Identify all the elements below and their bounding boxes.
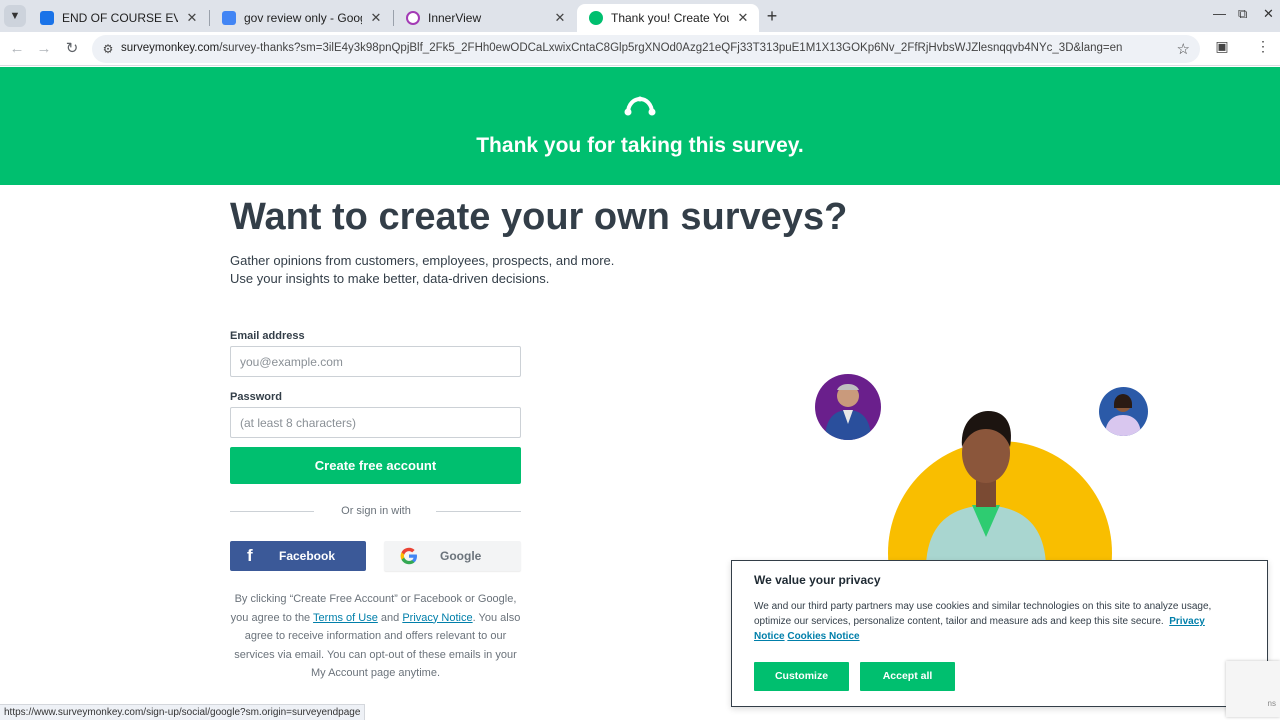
url-text[interactable]: surveymonkey.com/survey-thanks?sm=3ilE4y… (121, 42, 1161, 54)
close-tab-icon[interactable]: ✕ (735, 10, 751, 26)
email-label: Email address (230, 330, 305, 342)
close-tab-icon[interactable]: ✕ (184, 10, 200, 26)
browser-tab[interactable]: END OF COURSE EVAL ✕ (28, 4, 208, 32)
cookie-banner-title: We value your privacy (754, 573, 881, 587)
avatar-man-photo (815, 374, 881, 440)
cookies-notice-link[interactable]: Cookies Notice (787, 631, 859, 642)
tab-search-chevron-down-icon[interactable]: ▼ (4, 5, 26, 27)
password-field[interactable] (230, 407, 521, 438)
innerview-favicon-icon (406, 11, 420, 25)
google-signin-button[interactable]: Google (384, 541, 521, 571)
privacy-notice-link[interactable]: Privacy Notice (402, 612, 472, 624)
restore-window-icon[interactable]: ⧉ (1238, 6, 1247, 22)
browser-tab-active[interactable]: Thank you! Create Your Own Or ✕ (577, 4, 759, 32)
password-label: Password (230, 391, 282, 403)
thank-you-banner: Thank you for taking this survey. (0, 67, 1280, 185)
customize-cookies-button[interactable]: Customize (754, 662, 849, 691)
google-icon (400, 547, 417, 565)
subtitle-line: Use your insights to make better, data-d… (230, 271, 550, 286)
cookie-banner-text: We and our third party partners may use … (754, 601, 1212, 642)
subtitle-line: Gather opinions from customers, employee… (230, 253, 615, 268)
email-field[interactable] (230, 346, 521, 377)
status-bar-url: https://www.surveymonkey.com/sign-up/soc… (0, 704, 366, 720)
close-tab-icon[interactable]: ✕ (552, 10, 568, 26)
browser-tab[interactable]: gov review only - Google Docs ✕ (210, 4, 392, 32)
divider-line (230, 511, 314, 512)
browser-tab[interactable]: InnerView ✕ (394, 4, 576, 32)
forward-arrow-icon[interactable]: → (33, 38, 55, 60)
create-account-button[interactable]: Create free account (230, 447, 521, 484)
reload-icon[interactable]: ↻ (61, 38, 83, 60)
cookie-consent-banner: We value your privacy We and our third p… (731, 560, 1268, 707)
new-tab-plus-icon[interactable]: + (762, 6, 782, 26)
browser-toolbar: ← → ↻ ⚙ surveymonkey.com/survey-thanks?s… (0, 32, 1280, 66)
recaptcha-badge[interactable]: ns (1226, 661, 1280, 717)
terms-of-use-link[interactable]: Terms of Use (313, 612, 378, 624)
tab-strip: ▼ END OF COURSE EVAL ✕ gov review only -… (0, 0, 1280, 32)
avatar-woman-photo (1099, 387, 1148, 436)
extensions-puzzle-icon[interactable]: ▣ (1213, 38, 1231, 56)
bookmark-star-icon[interactable]: ☆ (1177, 40, 1190, 58)
facebook-icon: f (247, 546, 253, 565)
thank-you-title: Thank you for taking this survey. (476, 134, 804, 157)
classroom-favicon-icon (40, 11, 54, 25)
site-settings-tune-icon[interactable]: ⚙ (100, 41, 116, 57)
back-arrow-icon[interactable]: ← (6, 38, 28, 60)
close-window-icon[interactable]: ✕ (1263, 6, 1274, 22)
page-headline: Want to create your own surveys? (230, 196, 848, 238)
divider-line (436, 511, 521, 512)
address-bar[interactable]: ⚙ surveymonkey.com/survey-thanks?sm=3ilE… (92, 35, 1200, 63)
close-tab-icon[interactable]: ✕ (368, 10, 384, 26)
google-docs-favicon-icon (222, 11, 236, 25)
kebab-menu-icon[interactable]: ⋮ (1254, 38, 1272, 56)
accept-all-cookies-button[interactable]: Accept all (860, 662, 955, 691)
minimize-icon[interactable]: — (1213, 6, 1226, 21)
surveymonkey-logo-icon (624, 96, 656, 116)
legal-disclaimer: By clicking “Create Free Account” or Fac… (230, 593, 521, 679)
featured-person-photo (926, 411, 1046, 565)
facebook-signin-button[interactable]: f Facebook (230, 541, 366, 571)
or-sign-in-text: Or sign in with (341, 505, 411, 517)
surveymonkey-favicon-icon (589, 11, 603, 25)
